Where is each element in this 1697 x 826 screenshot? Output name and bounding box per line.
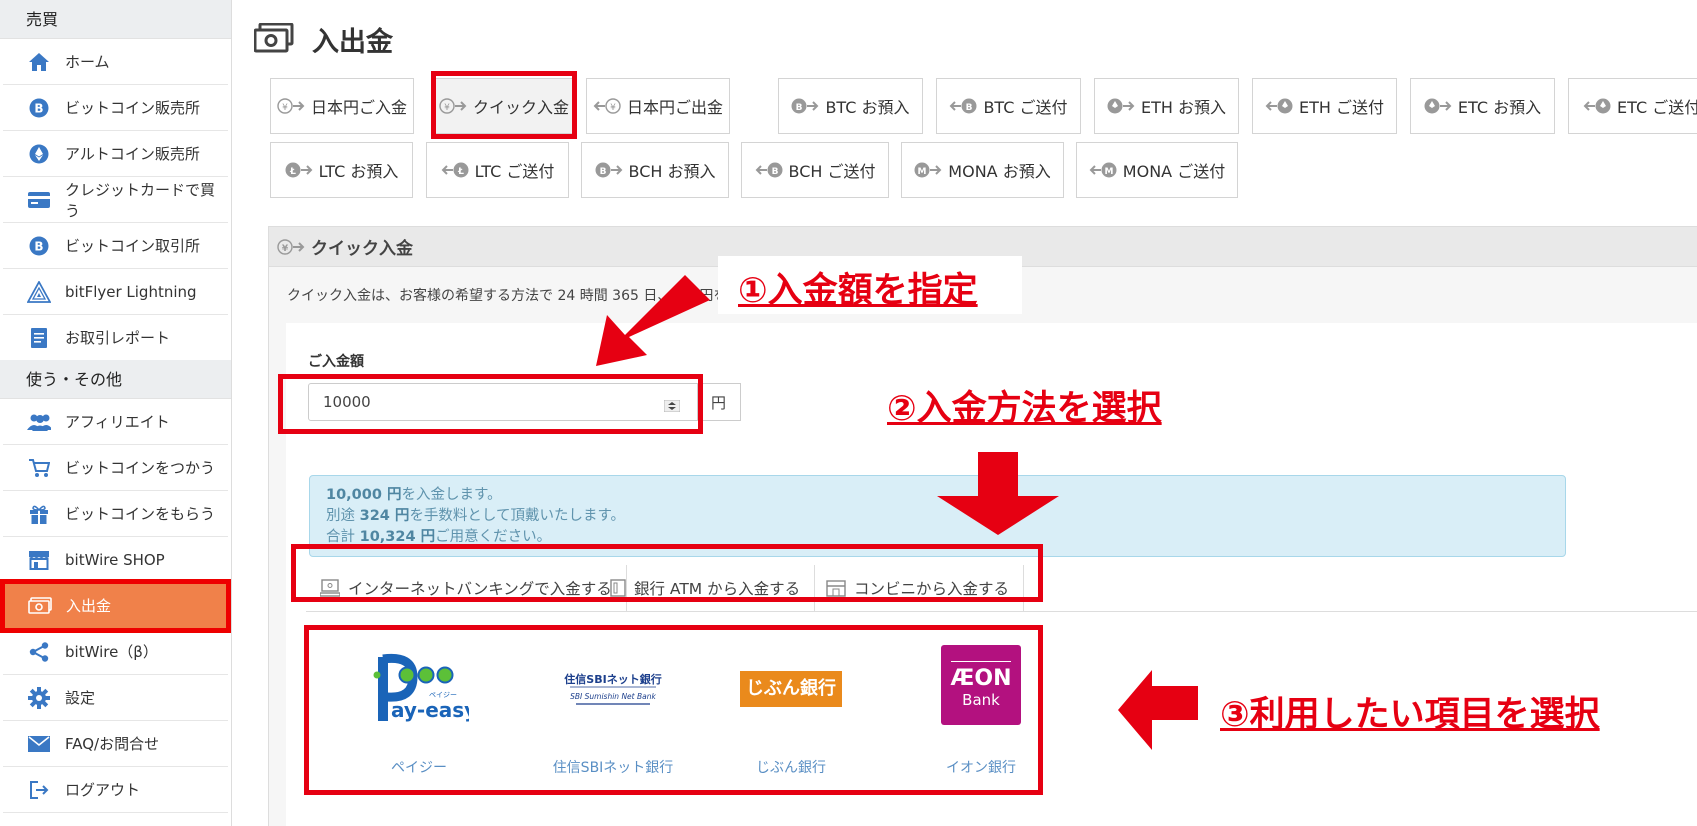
mail-icon [27, 732, 51, 756]
sidebar-item-label: アフィリエイト [65, 413, 170, 431]
svg-text:B: B [34, 101, 43, 115]
sidebar-item-logout[interactable]: ログアウト [3, 767, 228, 813]
sidebar-item-bitwire-shop[interactable]: bitWire SHOP [3, 537, 228, 583]
home-icon [27, 50, 51, 74]
gear-icon [27, 686, 51, 710]
sidebar-item-use-bitcoin[interactable]: ビットコインをつかう [3, 445, 228, 491]
sidebar-item-report[interactable]: お取引レポート [3, 315, 228, 361]
lightning-logo-icon [27, 280, 51, 304]
sidebar-item-credit-card[interactable]: クレジットカードで買う [3, 177, 228, 223]
arrow-step3-icon [1118, 670, 1198, 750]
shop-icon [27, 548, 51, 572]
sidebar-section-other: 使う・その他 [0, 360, 231, 399]
sidebar-item-label: お取引レポート [65, 329, 171, 347]
sidebar-item-label: ビットコイン販売所 [65, 99, 201, 117]
sidebar-item-label: ビットコイン取引所 [65, 237, 201, 255]
svg-text:B: B [34, 239, 43, 253]
gift-icon [27, 502, 51, 526]
report-icon [27, 326, 51, 350]
sidebar-item-deposit-withdraw[interactable]: 入出金 [0, 579, 231, 633]
sidebar-item-affiliate[interactable]: アフィリエイト [3, 399, 228, 445]
sidebar-item-label: bitWire（β） [65, 643, 158, 661]
sidebar-item-faq[interactable]: FAQ/お問合せ [3, 721, 228, 767]
money-icon [28, 594, 52, 618]
sidebar-item-label: ビットコインをつかう [65, 459, 216, 477]
share-icon [27, 640, 51, 664]
sidebar-item-bitcoin-exchange[interactable]: B ビットコイン取引所 [3, 223, 228, 269]
sidebar-item-label: ビットコインをもらう [65, 505, 216, 523]
sidebar-item-label: ログアウト [65, 781, 141, 799]
sidebar-item-home[interactable]: ホーム [3, 39, 228, 85]
logout-icon [27, 778, 51, 802]
ethereum-icon [27, 142, 51, 166]
sidebar-item-lightning[interactable]: bitFlyer Lightning [3, 269, 228, 315]
credit-card-icon [27, 188, 51, 212]
sidebar-item-label: 入出金 [66, 597, 112, 615]
users-icon [27, 410, 51, 434]
annotation-arrows [596, 275, 1198, 750]
sidebar: 売買 ホーム B ビットコイン販売所 アルトコイン販売所 クレジットカードで買う… [0, 0, 232, 826]
sidebar-item-get-bitcoin[interactable]: ビットコインをもらう [3, 491, 228, 537]
bitcoin-icon: B [27, 96, 51, 120]
cart-icon [27, 456, 51, 480]
sidebar-item-label: 設定 [65, 689, 96, 707]
sidebar-item-label: アルトコイン販売所 [65, 145, 200, 163]
sidebar-item-altcoin-shop[interactable]: アルトコイン販売所 [3, 131, 228, 177]
sidebar-item-label: bitFlyer Lightning [65, 282, 197, 301]
sidebar-item-settings[interactable]: 設定 [3, 675, 228, 721]
sidebar-item-label: FAQ/お問合せ [65, 735, 160, 753]
sidebar-item-bitcoin-shop[interactable]: B ビットコイン販売所 [3, 85, 228, 131]
sidebar-item-label: ホーム [65, 53, 110, 71]
bitcoin-icon: B [27, 234, 51, 258]
sidebar-item-bitwire[interactable]: bitWire（β） [3, 629, 228, 675]
arrow-step1-icon [596, 275, 710, 366]
sidebar-item-label: クレジットカードで買う [65, 180, 216, 220]
main-content: 入出金 ¥ 日本円ご入金 ¥ クイック入金 ¥ 日本円ご出金 B BTC お預入… [240, 0, 1697, 826]
sidebar-item-label: bitWire SHOP [65, 550, 165, 569]
sidebar-section-trade: 売買 [0, 0, 231, 39]
arrow-step2-icon [937, 452, 1059, 535]
